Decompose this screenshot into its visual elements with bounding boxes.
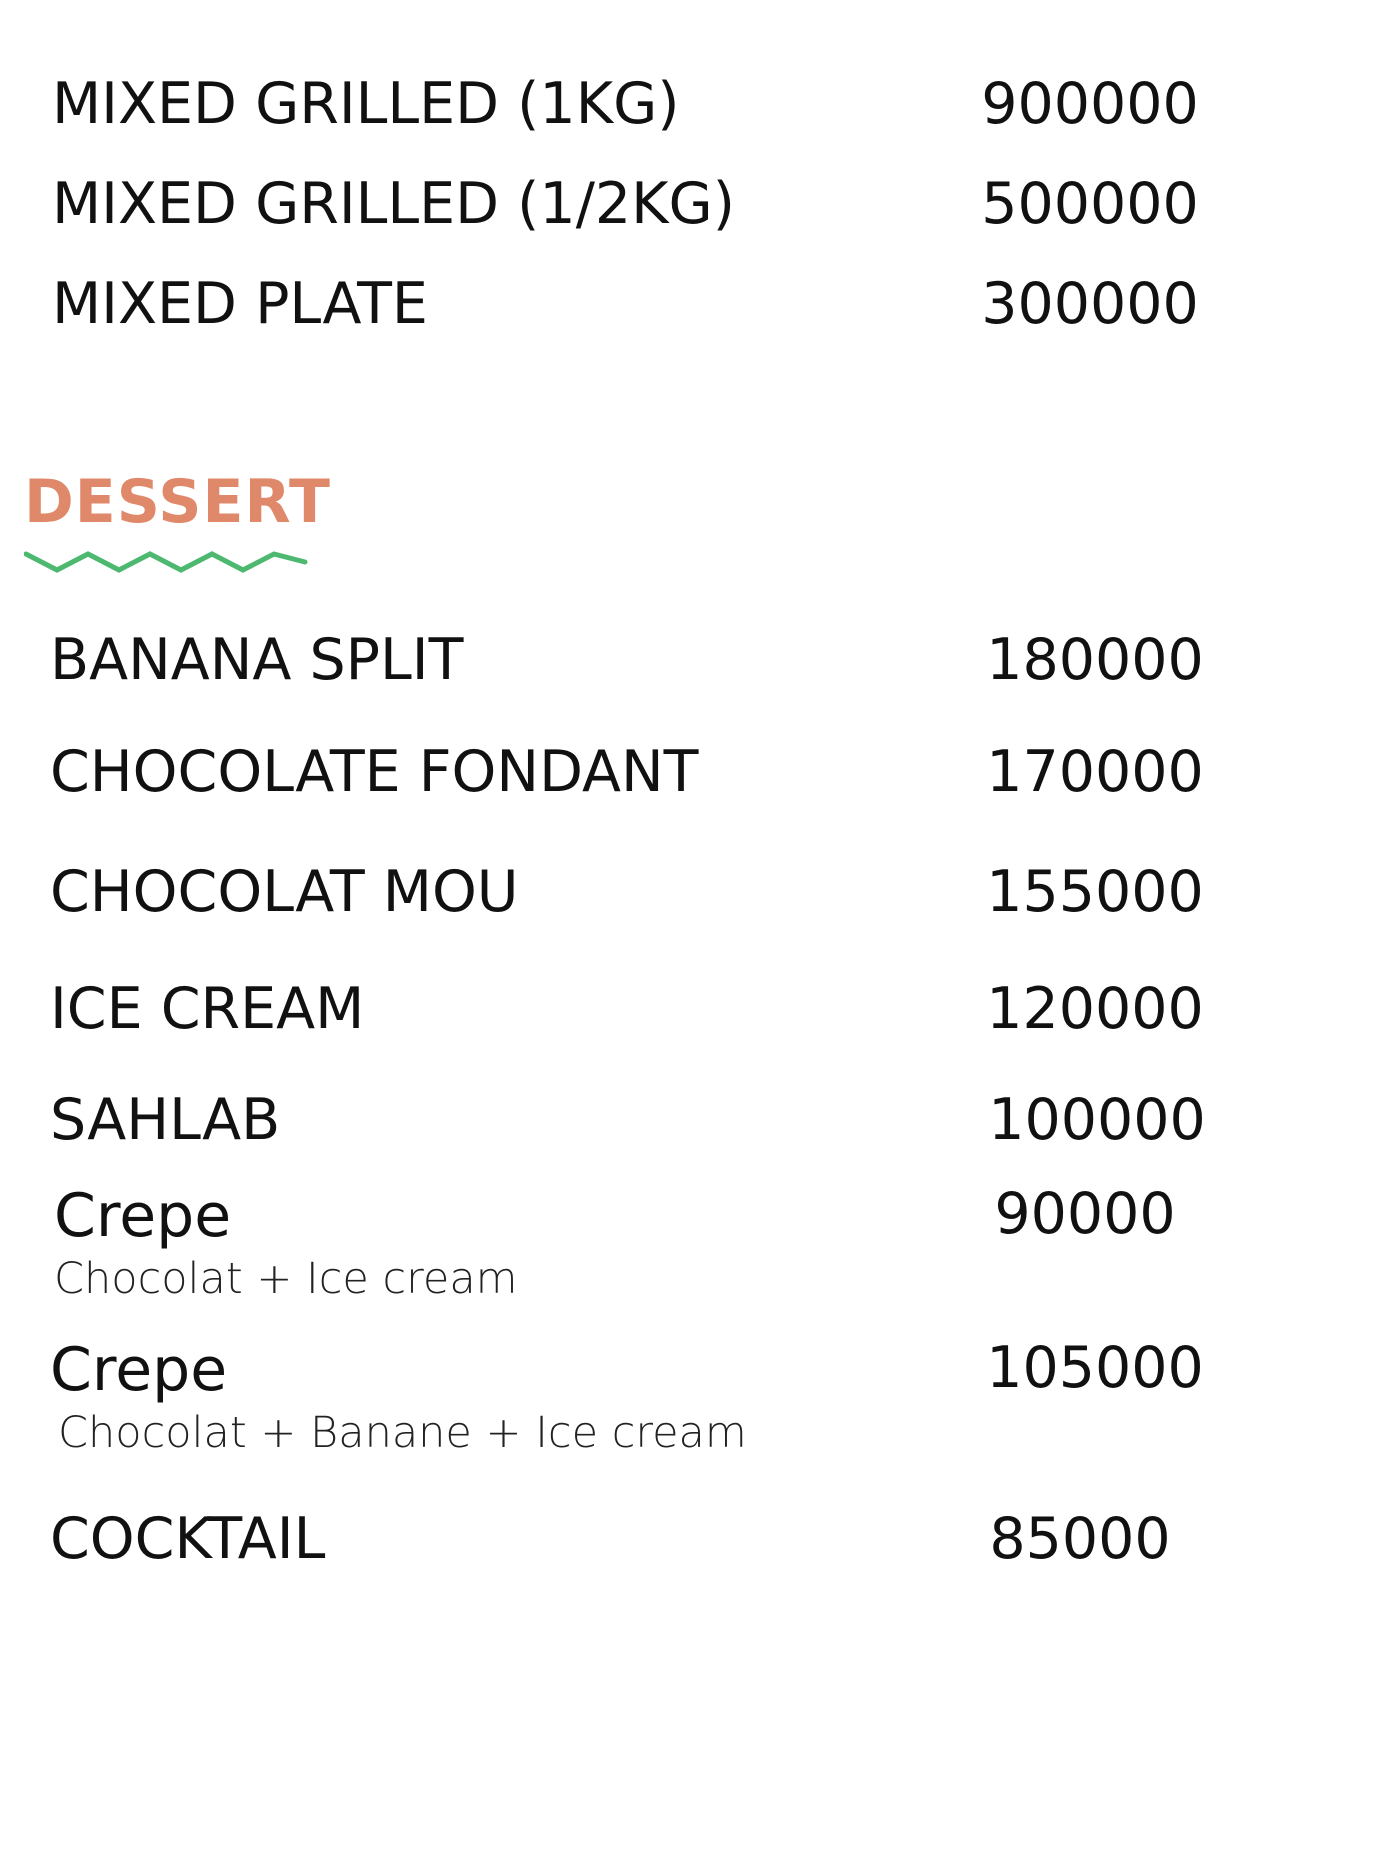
item-price: 900000 [981, 71, 1199, 137]
item-price: 170000 [986, 739, 1204, 805]
item-price: 300000 [981, 271, 1199, 337]
item-price: 500000 [981, 171, 1199, 237]
item-price: 85000 [989, 1506, 1171, 1572]
item-description: Chocolat + Ice cream [54, 1254, 518, 1304]
item-name: MIXED GRILLED (1KG) [52, 71, 680, 137]
section-title-dessert: DESSERT [24, 467, 331, 537]
item-name: MIXED GRILLED (1/2KG) [52, 171, 735, 237]
item-price: 120000 [986, 976, 1204, 1042]
item-name: Crepe [50, 1335, 228, 1405]
item-price: 90000 [994, 1181, 1176, 1247]
item-name: ICE CREAM [50, 976, 365, 1042]
item-price: 105000 [986, 1335, 1204, 1401]
item-name: Crepe [54, 1181, 232, 1251]
item-name: MIXED PLATE [52, 271, 428, 337]
item-name: SAHLAB [50, 1087, 281, 1153]
item-price: 100000 [988, 1087, 1206, 1153]
wavy-underline [24, 551, 308, 573]
item-name: CHOCOLATE FONDANT [50, 739, 699, 805]
item-description: Chocolat + Banane + Ice cream [58, 1408, 747, 1458]
item-name: COCKTAIL [50, 1506, 326, 1572]
item-price: 155000 [986, 859, 1204, 925]
item-price: 180000 [986, 627, 1204, 693]
item-name: BANANA SPLIT [50, 627, 464, 693]
item-name: CHOCOLAT MOU [50, 859, 519, 925]
